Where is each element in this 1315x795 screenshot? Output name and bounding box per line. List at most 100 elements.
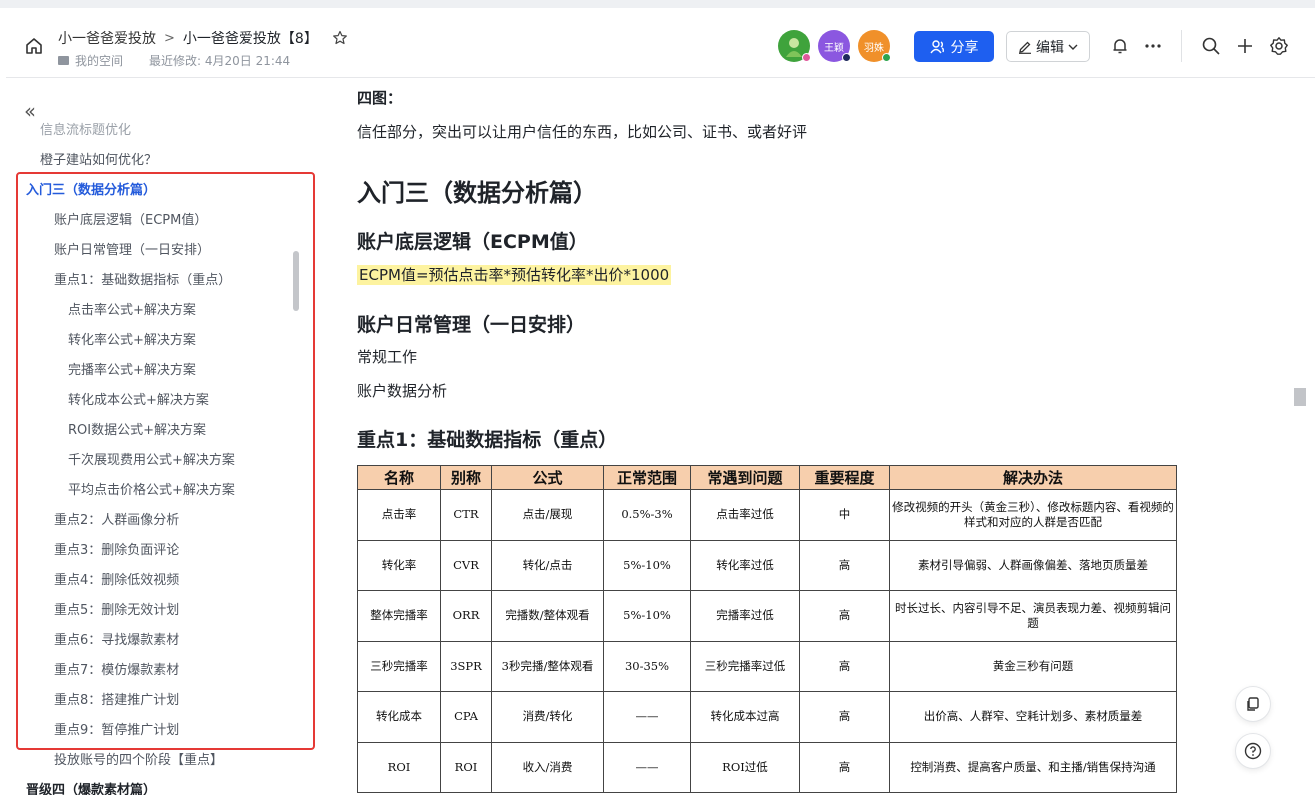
paragraph-trust: 信任部分，突出可以让用户信任的东西，比如公司、证书、或者好评: [357, 123, 808, 141]
toc-item[interactable]: 重点5：删除无效计划: [54, 599, 179, 618]
table-cell: 5%-10%: [603, 539, 691, 591]
chevron-down-icon: [1068, 44, 1078, 50]
toc-item[interactable]: 重点7：模仿爆款素材: [54, 659, 179, 678]
table-header-cell: 重要程度: [799, 465, 890, 490]
help-icon: [1244, 742, 1262, 760]
toc-item[interactable]: 投放账号的四个阶段【重点】: [54, 749, 223, 768]
share-label: 分享: [950, 39, 979, 56]
table-cell: 三秒完播率: [357, 640, 441, 692]
table-cell: ROI: [440, 741, 492, 793]
main-scrollbar[interactable]: [1294, 388, 1306, 406]
table-header-cell: 名称: [357, 465, 441, 490]
toc-sidebar: ‹‹ 信息流标题优化橙子建站如何优化？ 入门三（数据分析篇） 账户底层逻辑（ECPM…: [6, 79, 306, 795]
table-cell: 控制消费、提高客户质量、和主播/销售保持沟通: [889, 741, 1177, 793]
table-cell: 素材引导偏弱、人群画像偏差、落地页质量差: [889, 539, 1177, 591]
table-header-cell: 解决办法: [889, 465, 1177, 490]
share-button[interactable]: 分享: [914, 31, 994, 62]
toc-item[interactable]: 信息流标题优化: [40, 119, 131, 138]
edit-label: 编辑: [1036, 39, 1064, 56]
breadcrumb-parent[interactable]: 小一爸爸爱投放: [58, 28, 156, 48]
collapse-sidebar-icon[interactable]: ‹‹: [24, 99, 36, 123]
toc-item[interactable]: 重点9：暂停推广计划: [54, 719, 179, 738]
toc-item[interactable]: 重点3：删除负面评论: [54, 539, 179, 558]
table-cell: 修改视频的开头（黄金三秒）、修改标题内容、看视频的样式和对应的人群是否匹配: [889, 489, 1177, 541]
table-cell: 高: [799, 590, 890, 642]
toc-item[interactable]: 平均点击价格公式+解决方案: [68, 479, 235, 498]
toc-item[interactable]: 晋级四（爆款素材篇）: [26, 779, 156, 795]
toc-item[interactable]: 点击率公式+解决方案: [68, 299, 196, 318]
browser-toolbar-strip: [0, 0, 1315, 8]
table-cell: 5%-10%: [603, 590, 691, 642]
paragraph-routine: 常规工作: [357, 348, 418, 366]
table-cell: ORR: [440, 590, 492, 642]
table-row: 转化率 CVR 转化/点击 5%-10% 转化率过低高素材引导偏弱、人群画像偏差、落地页…: [357, 539, 1177, 591]
toc-item[interactable]: 重点6：寻找爆款素材: [54, 629, 179, 648]
paragraph-four-images: 四图：: [357, 89, 403, 107]
search-icon[interactable]: [1201, 36, 1221, 56]
bell-icon[interactable]: [1110, 36, 1130, 56]
breadcrumb: 小一爸爸爱投放 > 小一爸爸爱投放【8】: [58, 28, 348, 48]
help-float-button[interactable]: [1235, 733, 1271, 769]
doc-header: 小一爸爸爱投放 > 小一爸爸爱投放【8】 我的空间 最近修改: 4月20日 21…: [6, 8, 1315, 78]
table-cell: 30-35%: [603, 640, 691, 692]
home-icon[interactable]: [24, 36, 44, 56]
toc-item[interactable]: 账户底层逻辑（ECPM值）: [54, 209, 207, 228]
table-cell: 时长过长、内容引导不足、演员表现力差、视频剪辑问题: [889, 590, 1177, 642]
table-cell: CPA: [440, 691, 492, 743]
toc-item[interactable]: 账户日常管理（一日安排）: [54, 239, 210, 258]
toc-item[interactable]: 转化率公式+解决方案: [68, 329, 196, 348]
table-cell: CVR: [440, 539, 492, 591]
gear-icon[interactable]: [1269, 36, 1289, 56]
toc-item[interactable]: ROI数据公式+解决方案: [68, 419, 206, 438]
toc-item[interactable]: 橙子建站如何优化？: [40, 149, 157, 168]
toc-item[interactable]: 重点2：人群画像分析: [54, 509, 179, 528]
toc-item[interactable]: 转化成本公式+解决方案: [68, 389, 209, 408]
heading-daily-management: 账户日常管理（一日安排）: [357, 314, 586, 336]
sidebar-scrollbar[interactable]: [293, 251, 299, 311]
plus-icon[interactable]: [1235, 36, 1255, 56]
toc-item[interactable]: 完播率公式+解决方案: [68, 359, 196, 378]
pencil-icon: [1019, 41, 1031, 54]
more-icon[interactable]: [1143, 36, 1163, 56]
table-cell: ROI: [357, 741, 441, 793]
last-modified: 最近修改: 4月20日 21:44: [149, 54, 291, 68]
toc-item[interactable]: 重点8：搭建推广计划: [54, 689, 179, 708]
table-cell: 点击率: [357, 489, 441, 541]
table-cell: 高: [799, 691, 890, 743]
table-cell: ——: [603, 741, 691, 793]
table-cell: ——: [603, 691, 691, 743]
table-header-row: 名称 别称 公式 正常范围 常遇到问题 重要程度 解决办法: [357, 465, 1177, 490]
users-icon: [929, 39, 944, 53]
toc-item[interactable]: 重点1：基础数据指标（重点）: [54, 269, 231, 288]
paragraph-analysis: 账户数据分析: [357, 382, 448, 400]
toc-item[interactable]: 重点4：删除低效视频: [54, 569, 179, 588]
doc-content: 四图： 信任部分，突出可以让用户信任的东西，比如公司、证书、或者好评 入门三（数…: [357, 79, 1277, 795]
toc-item[interactable]: 入门三（数据分析篇）: [26, 179, 156, 198]
table-cell: 高: [799, 741, 890, 793]
avatar[interactable]: 羽姝: [858, 30, 891, 62]
avatar-label: 王颖: [824, 42, 844, 54]
star-icon[interactable]: [332, 30, 348, 46]
table-header-cell: 常遇到问题: [690, 465, 800, 490]
table-cell: 点击/展现: [491, 489, 604, 541]
table-cell: 转化率: [357, 539, 441, 591]
heading-ecpm: 账户底层逻辑（ECPM值）: [357, 231, 588, 253]
table-header-cell: 公式: [491, 465, 604, 490]
table-cell: 高: [799, 539, 890, 591]
table-cell: 中: [799, 489, 890, 541]
table-header-cell: 别称: [440, 465, 492, 490]
heading-data-analysis: 入门三（数据分析篇）: [357, 179, 597, 207]
copy-float-button[interactable]: [1235, 686, 1271, 722]
table-row: 转化成本 CPA 消费/转化 —— 转化成本过高高出价高、人群窄、空耗计划多、素材质量差: [357, 691, 1177, 743]
ecpm-formula: ECPM值=预估点击率*预估转化率*出价*1000: [357, 264, 672, 285]
table-cell: 完播率过低: [690, 590, 800, 642]
edit-button[interactable]: 编辑: [1006, 31, 1090, 62]
table-cell: 整体完播率: [357, 590, 441, 642]
toc-item[interactable]: 千次展现费用公式+解决方案: [68, 449, 235, 468]
folder-icon: [58, 56, 69, 65]
avatar[interactable]: 王颖: [818, 30, 851, 62]
table-cell: 消费/转化: [491, 691, 604, 743]
table-cell: 转化/点击: [491, 539, 604, 591]
space-link[interactable]: 我的空间: [75, 52, 123, 69]
avatar[interactable]: [778, 30, 811, 62]
